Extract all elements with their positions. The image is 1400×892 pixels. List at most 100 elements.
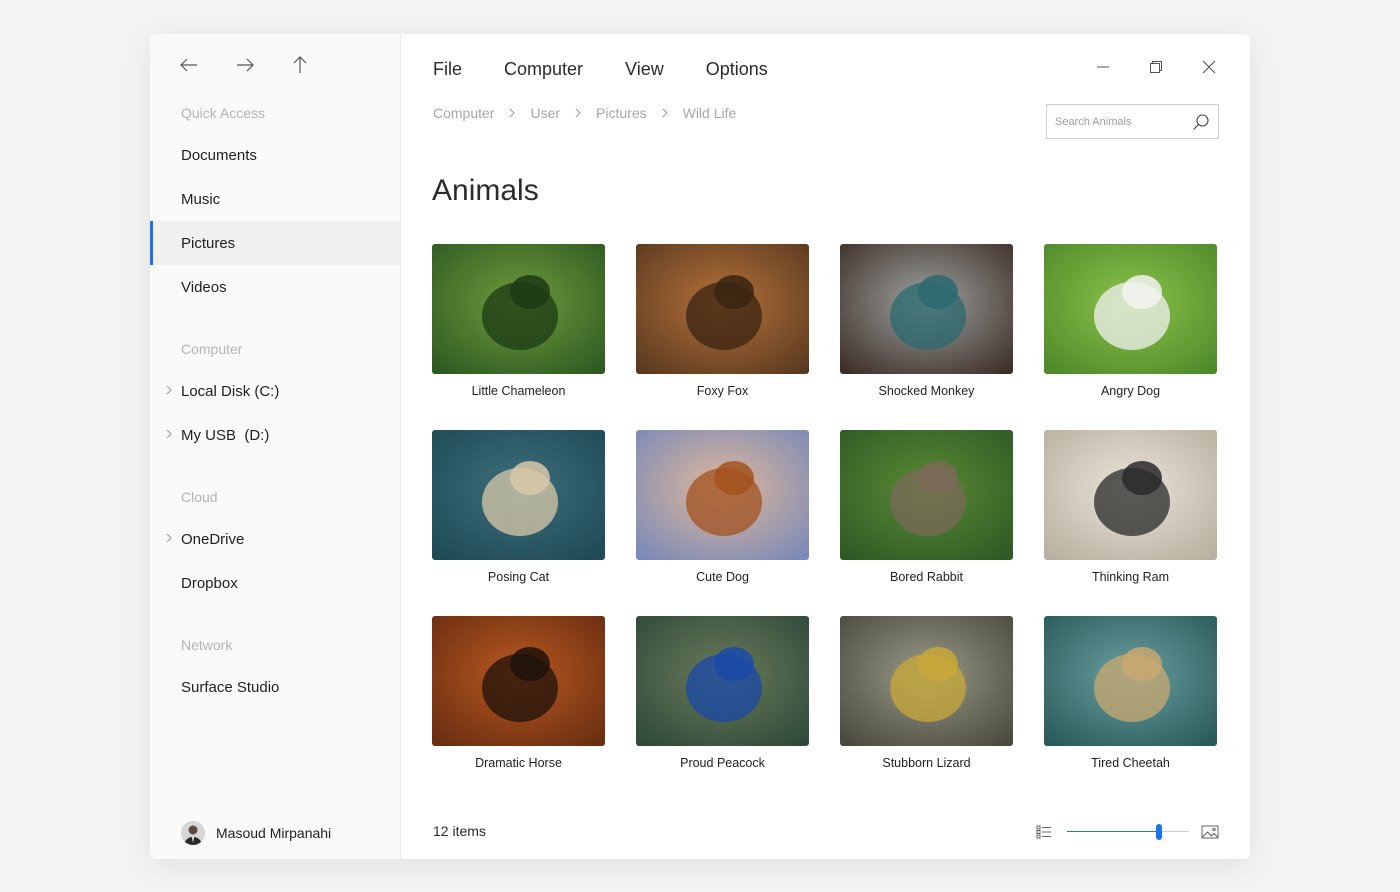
section-network: Network (181, 637, 233, 653)
image-tile-posing-cat[interactable]: Posing Cat (432, 430, 605, 600)
image-tile-tired-cheetah[interactable]: Tired Cheetah (1044, 616, 1217, 786)
image-tile-shocked-monkey[interactable]: Shocked Monkey (840, 244, 1013, 414)
sidebar-item-videos[interactable]: Videos (150, 265, 400, 309)
sidebar-item-label: Music (181, 190, 221, 208)
chevron-right-icon[interactable] (163, 384, 175, 396)
image-caption: Stubborn Lizard (882, 756, 971, 770)
search-icon[interactable] (1192, 113, 1210, 131)
image-caption: Posing Cat (487, 570, 550, 584)
image-tile-little-chameleon[interactable]: Little Chameleon (432, 244, 605, 414)
avatar (181, 821, 205, 845)
image-tile-angry-dog[interactable]: Angry Dog (1044, 244, 1217, 414)
image-tile-stubborn-lizard[interactable]: Stubborn Lizard (840, 616, 1013, 786)
view-controls (1036, 823, 1219, 841)
thumbnail-size-slider[interactable] (1067, 823, 1189, 841)
section-computer: Computer (181, 341, 243, 357)
image-caption: Tired Cheetah (1091, 756, 1170, 770)
list-view-icon[interactable] (1036, 824, 1052, 840)
sidebar-item-surface-studio[interactable]: Surface Studio (150, 665, 400, 709)
search-input[interactable] (1055, 115, 1192, 128)
thumbnail-image (840, 430, 1013, 560)
page-title: Animals (432, 174, 539, 207)
image-tile-bored-rabbit[interactable]: Bored Rabbit (840, 430, 1013, 600)
arrow-up-icon (293, 56, 307, 73)
minimize-icon (1097, 66, 1109, 68)
sidebar: Quick Access Documents Music Pictures Vi… (150, 34, 401, 859)
chevron-right-icon (575, 108, 581, 118)
back-button[interactable] (176, 52, 202, 78)
image-tile-cute-dog[interactable]: Cute Dog (636, 430, 809, 600)
image-caption: Bored Rabbit (890, 570, 963, 584)
image-caption: Foxy Fox (696, 384, 749, 398)
image-caption: Shocked Monkey (878, 384, 975, 398)
thumbnail-image (1044, 616, 1217, 746)
image-tile-thinking-ram[interactable]: Thinking Ram (1044, 430, 1217, 600)
sidebar-item-documents[interactable]: Documents (150, 133, 400, 177)
arrow-left-icon (180, 58, 197, 72)
section-quick-access: Quick Access (181, 105, 266, 121)
thumbnail-image (432, 430, 605, 560)
thumbnail-image (840, 616, 1013, 746)
sidebar-item-label: My USB (D:) (181, 426, 270, 444)
breadcrumb-wild-life[interactable]: Wild Life (683, 105, 737, 121)
sidebar-item-usb[interactable]: My USB (D:) (150, 413, 400, 457)
chevron-right-icon[interactable] (163, 428, 175, 440)
sidebar-item-pictures[interactable]: Pictures (150, 221, 400, 265)
sidebar-item-label: Pictures (181, 234, 236, 252)
thumbnail-image (636, 430, 809, 560)
thumbnail-image (636, 616, 809, 746)
thumbnail-image (840, 244, 1013, 374)
image-caption: Cute Dog (696, 570, 749, 584)
sidebar-item-label: OneDrive (181, 530, 245, 548)
sidebar-item-label: Videos (181, 278, 227, 296)
thumbnail-image (1044, 244, 1217, 374)
image-view-icon[interactable] (1201, 824, 1219, 840)
minimize-button[interactable] (1090, 54, 1116, 80)
chevron-right-icon[interactable] (163, 532, 175, 544)
restore-icon (1150, 61, 1162, 73)
sidebar-item-label: Local Disk (C:) (181, 382, 280, 400)
close-icon (1202, 60, 1216, 74)
close-button[interactable] (1196, 54, 1222, 80)
section-cloud: Cloud (181, 489, 218, 505)
sidebar-item-label: Dropbox (181, 574, 238, 592)
breadcrumb-user[interactable]: User (530, 105, 560, 121)
thumbnail-image (432, 244, 605, 374)
image-caption: Little Chameleon (471, 384, 566, 398)
chevron-right-icon (662, 108, 668, 118)
menu-bar: File Computer View Options (433, 59, 810, 80)
search-box (1046, 104, 1219, 139)
thumbnail-image (1044, 430, 1217, 560)
thumbnail-image (636, 244, 809, 374)
menu-file[interactable]: File (433, 59, 462, 80)
sidebar-item-onedrive[interactable]: OneDrive (150, 517, 400, 561)
sidebar-item-music[interactable]: Music (150, 177, 400, 221)
sidebar-item-dropbox[interactable]: Dropbox (150, 561, 400, 605)
menu-options[interactable]: Options (706, 59, 768, 80)
user-name: Masoud Mirpanahi (216, 825, 332, 841)
image-caption: Proud Peacock (680, 756, 765, 770)
file-explorer-window: Quick Access Documents Music Pictures Vi… (150, 34, 1250, 859)
forward-button[interactable] (232, 52, 258, 78)
menu-view[interactable]: View (625, 59, 664, 80)
image-caption: Angry Dog (1100, 384, 1161, 398)
image-tile-foxy-fox[interactable]: Foxy Fox (636, 244, 809, 414)
image-caption: Thinking Ram (1091, 570, 1170, 584)
up-button[interactable] (287, 52, 313, 78)
breadcrumb-pictures[interactable]: Pictures (596, 105, 647, 121)
slider-fill (1067, 831, 1159, 832)
breadcrumb-computer[interactable]: Computer (433, 105, 494, 121)
main-content: File Computer View Options Computer User… (401, 34, 1250, 859)
image-tile-dramatic-horse[interactable]: Dramatic Horse (432, 616, 605, 786)
sidebar-item-local-disk[interactable]: Local Disk (C:) (150, 369, 400, 413)
image-caption: Dramatic Horse (475, 756, 562, 770)
menu-computer[interactable]: Computer (504, 59, 583, 80)
chevron-right-icon (510, 108, 516, 118)
sidebar-item-label: Documents (181, 146, 257, 164)
image-tile-proud-peacock[interactable]: Proud Peacock (636, 616, 809, 786)
breadcrumb: Computer User Pictures Wild Life (433, 105, 736, 121)
sidebar-item-label: Surface Studio (181, 678, 280, 696)
restore-button[interactable] (1143, 54, 1169, 80)
slider-thumb[interactable] (1155, 824, 1162, 840)
user-profile[interactable]: Masoud Mirpanahi (181, 821, 331, 845)
